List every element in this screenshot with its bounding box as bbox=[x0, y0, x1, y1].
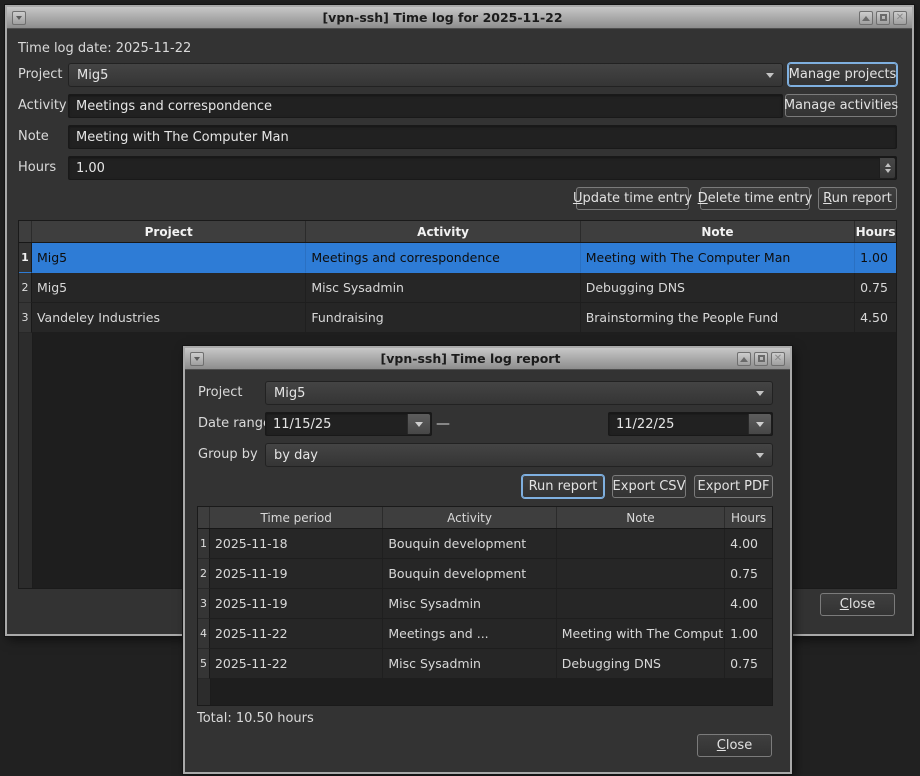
hours-spinbox[interactable]: 1.00 bbox=[68, 156, 897, 180]
hours-label: Hours bbox=[18, 156, 56, 180]
dialog-run-report-button[interactable]: Run report bbox=[522, 475, 604, 498]
table-row[interactable]: 3 Vandeley Industries Fundraising Brains… bbox=[19, 303, 896, 333]
chevron-down-icon bbox=[756, 391, 764, 400]
report-table-header: Time period Activity Note Hours bbox=[198, 507, 772, 529]
manage-projects-button[interactable]: Manage projects bbox=[788, 63, 897, 86]
dialog-content: Project Mig5 Date range 11/15/25 — 11/22… bbox=[185, 370, 790, 768]
report-row[interactable]: 3 2025-11-19 Misc Sysadmin 4.00 bbox=[198, 589, 772, 619]
activity-input[interactable]: Meetings and correspondence bbox=[68, 94, 783, 118]
table-row[interactable]: 2 Mig5 Misc Sysadmin Debugging DNS 0.75 bbox=[19, 273, 896, 303]
chevron-down-icon bbox=[756, 453, 764, 462]
export-pdf-button[interactable]: Export PDF bbox=[694, 475, 773, 498]
window-menu-icon[interactable] bbox=[12, 11, 26, 25]
window-menu-icon[interactable] bbox=[190, 352, 204, 366]
report-project-label: Project bbox=[198, 381, 242, 405]
time-log-date-label: Time log date: 2025-11-22 bbox=[18, 37, 191, 61]
main-close-button[interactable]: Close bbox=[820, 593, 895, 616]
project-label: Project bbox=[18, 63, 62, 87]
main-window-title: [vpn-ssh] Time log for 2025-11-22 bbox=[26, 10, 859, 25]
delete-time-entry-button[interactable]: Delete time entry bbox=[700, 187, 810, 210]
report-row[interactable]: 2 2025-11-19 Bouquin development 0.75 bbox=[198, 559, 772, 589]
note-input[interactable]: Meeting with The Computer Man bbox=[68, 125, 897, 149]
group-by-combobox[interactable]: by day bbox=[265, 443, 773, 467]
date-from-picker[interactable]: 11/15/25 bbox=[265, 412, 432, 436]
date-to-picker[interactable]: 11/22/25 bbox=[608, 412, 773, 436]
header-activity[interactable]: Activity bbox=[306, 221, 580, 242]
report-row[interactable]: 1 2025-11-18 Bouquin development 4.00 bbox=[198, 529, 772, 559]
close-icon[interactable]: ✕ bbox=[771, 352, 785, 366]
main-titlebar[interactable]: [vpn-ssh] Time log for 2025-11-22 ✕ bbox=[7, 7, 912, 29]
shade-icon[interactable] bbox=[737, 352, 751, 366]
header-activity[interactable]: Activity bbox=[383, 507, 556, 528]
shade-icon[interactable] bbox=[859, 11, 873, 25]
dialog-titlebar-buttons: ✕ bbox=[737, 352, 785, 366]
header-time-period[interactable]: Time period bbox=[210, 507, 383, 528]
report-dialog: [vpn-ssh] Time log report ✕ Project Mig5… bbox=[183, 346, 792, 774]
dialog-close-button[interactable]: Close bbox=[697, 734, 772, 757]
activity-label: Activity bbox=[18, 94, 67, 118]
header-note[interactable]: Note bbox=[581, 221, 855, 242]
date-range-separator: — bbox=[436, 412, 450, 436]
maximize-icon[interactable] bbox=[754, 352, 768, 366]
desktop: [vpn-ssh] Time log for 2025-11-22 ✕ Time… bbox=[0, 0, 920, 776]
dialog-title: [vpn-ssh] Time log report bbox=[204, 351, 737, 366]
table-header: Project Activity Note Hours bbox=[19, 221, 896, 243]
spinner-arrows-icon[interactable] bbox=[879, 158, 895, 178]
report-project-combobox[interactable]: Mig5 bbox=[265, 381, 773, 405]
group-by-label: Group by bbox=[198, 443, 258, 467]
report-table: Time period Activity Note Hours 1 2025-1… bbox=[197, 506, 773, 706]
table-row[interactable]: 1 Mig5 Meetings and correspondence Meeti… bbox=[19, 243, 896, 273]
project-combobox-value: Mig5 bbox=[77, 68, 108, 83]
header-hours[interactable]: Hours bbox=[855, 221, 896, 242]
report-row[interactable]: 4 2025-11-22 Meetings and ... Meeting wi… bbox=[198, 619, 772, 649]
run-report-button[interactable]: Run report bbox=[818, 187, 897, 210]
update-time-entry-button[interactable]: Update time entry bbox=[576, 187, 689, 210]
header-note[interactable]: Note bbox=[557, 507, 725, 528]
chevron-down-icon bbox=[766, 73, 774, 82]
calendar-dropdown-icon[interactable] bbox=[407, 414, 430, 434]
maximize-icon[interactable] bbox=[876, 11, 890, 25]
close-icon[interactable]: ✕ bbox=[893, 11, 907, 25]
project-combobox[interactable]: Mig5 bbox=[68, 63, 783, 87]
dialog-titlebar[interactable]: [vpn-ssh] Time log report ✕ bbox=[185, 348, 790, 370]
manage-activities-button[interactable]: Manage activities bbox=[785, 94, 897, 117]
calendar-dropdown-icon[interactable] bbox=[748, 414, 771, 434]
report-row[interactable]: 5 2025-11-22 Misc Sysadmin Debugging DNS… bbox=[198, 649, 772, 679]
header-hours[interactable]: Hours bbox=[725, 507, 772, 528]
main-titlebar-buttons: ✕ bbox=[859, 11, 907, 25]
date-range-label: Date range bbox=[198, 412, 271, 436]
export-csv-button[interactable]: Export CSV bbox=[612, 475, 686, 498]
total-hours-label: Total: 10.50 hours bbox=[197, 711, 314, 726]
header-project[interactable]: Project bbox=[32, 221, 306, 242]
note-label: Note bbox=[18, 125, 49, 149]
